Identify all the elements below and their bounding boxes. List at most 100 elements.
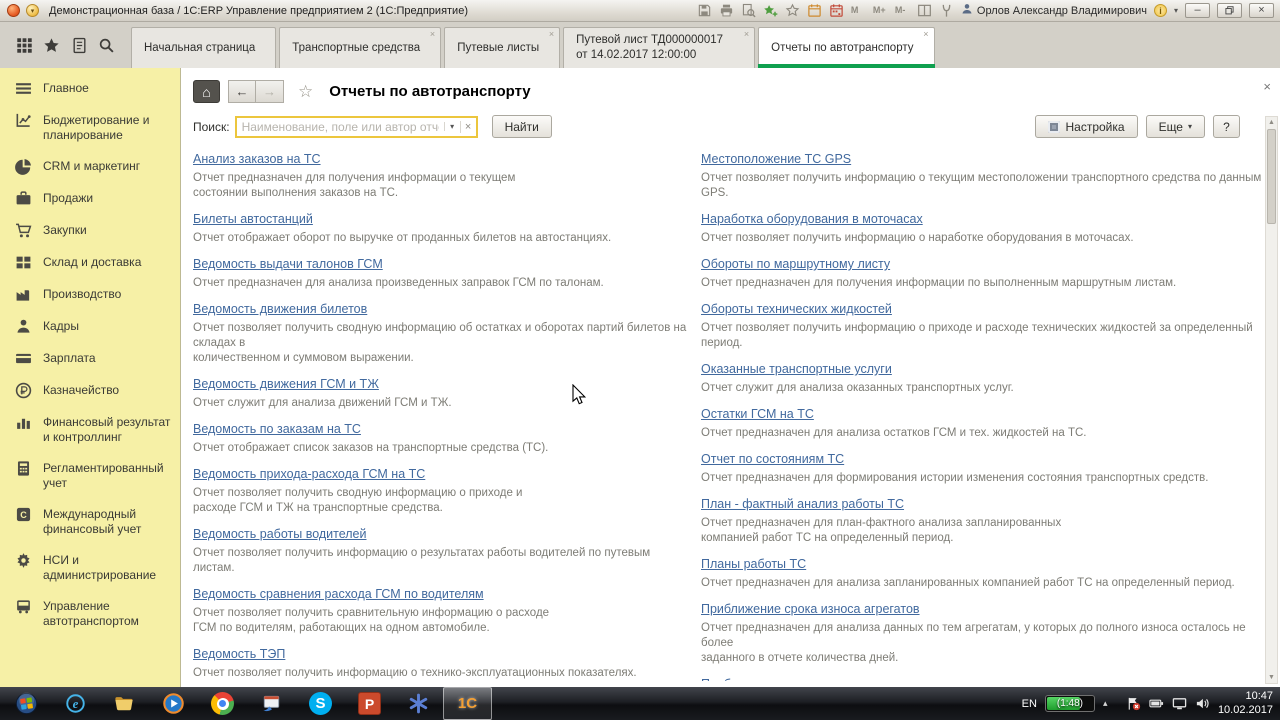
report-link[interactable]: Местоположение ТС GPS bbox=[701, 152, 851, 166]
display-icon[interactable] bbox=[1172, 696, 1187, 711]
vertical-scrollbar[interactable]: ▲ ▼ bbox=[1265, 116, 1278, 684]
memory-icon[interactable]: M bbox=[851, 3, 866, 18]
favorites-icon[interactable] bbox=[785, 3, 800, 18]
report-link[interactable]: Обороты по маршрутному листу bbox=[701, 257, 890, 271]
sidebar-item[interactable]: Склад и доставка bbox=[0, 247, 180, 279]
find-button[interactable]: Найти bbox=[491, 115, 552, 138]
minimize-button[interactable]: – bbox=[1185, 3, 1210, 18]
history-icon[interactable] bbox=[71, 37, 88, 54]
report-link[interactable]: План - фактный анализ работы ТС bbox=[701, 497, 904, 511]
taskbar-ie-button[interactable]: e bbox=[51, 687, 100, 720]
more-button[interactable]: Еще ▾ bbox=[1145, 115, 1205, 138]
clock[interactable]: 10:47 10.02.2017 bbox=[1218, 690, 1273, 718]
sidebar-item[interactable]: Зарплата bbox=[0, 343, 180, 375]
sidebar-item[interactable]: Регламентированный учет bbox=[0, 453, 180, 499]
report-link[interactable]: Ведомость ТЭП bbox=[193, 647, 285, 661]
print-icon[interactable] bbox=[719, 3, 734, 18]
search-input[interactable] bbox=[236, 119, 444, 134]
grid-menu-icon[interactable] bbox=[16, 37, 33, 54]
sidebar-item[interactable]: Производство bbox=[0, 279, 180, 311]
back-button[interactable]: ← bbox=[228, 80, 256, 103]
report-link[interactable]: Обороты технических жидкостей bbox=[701, 302, 892, 316]
report-link[interactable]: Отчет по состояниям ТС bbox=[701, 452, 844, 466]
scroll-down-icon[interactable]: ▼ bbox=[1268, 672, 1275, 683]
report-link[interactable]: Приближение срока износа шин bbox=[701, 677, 888, 681]
report-link[interactable]: Билеты автостанций bbox=[193, 212, 313, 226]
close-button[interactable]: × bbox=[1249, 3, 1274, 18]
calendar-period-icon[interactable] bbox=[829, 3, 844, 18]
chevron-down-icon[interactable]: ▾ bbox=[1174, 6, 1178, 15]
close-form-icon[interactable]: × bbox=[1263, 80, 1271, 93]
tab[interactable]: Транспортные средства × bbox=[279, 27, 442, 68]
tab-close-icon[interactable]: × bbox=[744, 30, 749, 39]
tab-close-icon[interactable]: × bbox=[549, 30, 554, 39]
taskbar-skype-button[interactable]: S bbox=[296, 687, 345, 720]
speaker-icon[interactable] bbox=[1195, 696, 1210, 711]
report-link[interactable]: Ведомость сравнения расхода ГСМ по водит… bbox=[193, 587, 484, 601]
report-link[interactable]: Ведомость движения билетов bbox=[193, 302, 367, 316]
taskbar-remote-app-button[interactable] bbox=[247, 687, 296, 720]
sidebar-item[interactable]: Бюджетирование и планирование bbox=[0, 105, 180, 151]
forward-button[interactable]: → bbox=[256, 80, 284, 103]
report-link[interactable]: Ведомость работы водителей bbox=[193, 527, 367, 541]
battery-icon[interactable] bbox=[1149, 696, 1164, 711]
scroll-up-icon[interactable]: ▲ bbox=[1268, 117, 1275, 128]
report-link[interactable]: Приближение срока износа агрегатов bbox=[701, 602, 920, 616]
sidebar-item[interactable]: CRM и маркетинг bbox=[0, 151, 180, 183]
action-center-flag-icon[interactable] bbox=[1126, 696, 1141, 711]
restore-button[interactable] bbox=[1217, 3, 1242, 18]
settings-button[interactable]: Настройка bbox=[1035, 115, 1138, 138]
report-link[interactable]: Оказанные транспортные услуги bbox=[701, 362, 892, 376]
memory-minus-icon[interactable]: M- bbox=[895, 3, 910, 18]
tab[interactable]: Начальная страница bbox=[131, 27, 277, 68]
search-clear-icon[interactable]: × bbox=[459, 120, 476, 133]
sidebar-item[interactable]: Главное bbox=[0, 73, 180, 105]
taskbar-1c-button[interactable]: 1С bbox=[443, 687, 492, 720]
add-favorite-icon[interactable] bbox=[763, 3, 778, 18]
report-link[interactable]: Ведомость прихода-расхода ГСМ на ТС bbox=[193, 467, 425, 481]
report-link[interactable]: Остатки ГСМ на ТС bbox=[701, 407, 814, 421]
tab[interactable]: Путевой лист ТД000000017 от 14.02.2017 1… bbox=[563, 27, 756, 68]
home-button[interactable]: ⌂ bbox=[193, 80, 220, 103]
search-icon[interactable] bbox=[98, 37, 115, 54]
split-window-icon[interactable] bbox=[917, 3, 932, 18]
save-icon[interactable] bbox=[697, 3, 712, 18]
calendar-icon[interactable] bbox=[807, 3, 822, 18]
taskbar-explorer-button[interactable] bbox=[100, 687, 149, 720]
report-link[interactable]: Ведомость по заказам на ТС bbox=[193, 422, 361, 436]
search-dropdown-icon[interactable]: ▾ bbox=[443, 122, 460, 131]
tab-close-icon[interactable]: × bbox=[430, 30, 435, 39]
app-logo-icon[interactable] bbox=[7, 4, 20, 17]
taskbar-start-button[interactable] bbox=[2, 687, 51, 720]
sidebar-item[interactable]: Управление автотранспортом bbox=[0, 591, 180, 637]
sidebar-item[interactable]: НСИ и администрирование bbox=[0, 545, 180, 591]
service-y-icon[interactable] bbox=[939, 3, 954, 18]
help-button[interactable]: ? bbox=[1213, 115, 1240, 138]
sidebar-item[interactable]: Казначейство bbox=[0, 375, 180, 407]
report-link[interactable]: Планы работы ТС bbox=[701, 557, 806, 571]
print-preview-icon[interactable] bbox=[741, 3, 756, 18]
tab[interactable]: Отчеты по автотранспорту × bbox=[758, 27, 935, 68]
sidebar-item[interactable]: Продажи bbox=[0, 183, 180, 215]
language-indicator[interactable]: EN bbox=[1022, 698, 1037, 710]
favorites-star-icon[interactable] bbox=[43, 37, 60, 54]
info-button[interactable]: i bbox=[1153, 4, 1167, 17]
user-button[interactable]: Орлов Александр Владимирович bbox=[961, 3, 1147, 18]
sidebar-item[interactable]: Финансовый результат и контроллинг bbox=[0, 407, 180, 453]
report-link[interactable]: Ведомость движения ГСМ и ТЖ bbox=[193, 377, 379, 391]
report-link[interactable]: Наработка оборудования в моточасах bbox=[701, 212, 923, 226]
sidebar-item[interactable]: C Международный финансовый учет bbox=[0, 499, 180, 545]
tab[interactable]: Путевые листы × bbox=[444, 27, 561, 68]
taskbar-media-player-button[interactable] bbox=[149, 687, 198, 720]
tray-expand-icon[interactable]: ▴ bbox=[1103, 696, 1118, 711]
taskbar-chrome-button[interactable] bbox=[198, 687, 247, 720]
tab-close-icon[interactable]: × bbox=[923, 30, 928, 39]
system-menu-button[interactable]: ▾ bbox=[26, 4, 39, 17]
report-link[interactable]: Ведомость выдачи талонов ГСМ bbox=[193, 257, 383, 271]
battery-widget[interactable]: (1:48) bbox=[1044, 695, 1095, 712]
report-link[interactable]: Анализ заказов на ТС bbox=[193, 152, 321, 166]
sidebar-item[interactable]: Закупки bbox=[0, 215, 180, 247]
scrollbar-thumb[interactable] bbox=[1267, 129, 1276, 224]
taskbar-asterisk-app-button[interactable] bbox=[394, 687, 443, 720]
favorite-star-icon[interactable]: ☆ bbox=[298, 82, 313, 102]
